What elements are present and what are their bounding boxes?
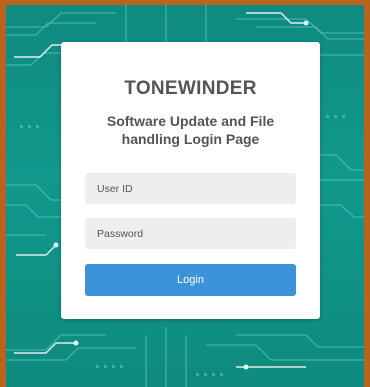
login-button[interactable]: Login (85, 264, 296, 296)
page-frame: TONEWINDER Software Update and File hand… (0, 0, 370, 387)
brand-title: TONEWINDER (124, 78, 257, 99)
circuit-background: TONEWINDER Software Update and File hand… (6, 5, 364, 387)
subtitle-line-1: Software Update and File (106, 113, 275, 129)
user-id-input[interactable] (85, 173, 296, 204)
login-card: TONEWINDER Software Update and File hand… (61, 42, 320, 319)
subtitle-line-2: handling Login Page (121, 131, 260, 147)
password-input[interactable] (85, 218, 296, 249)
page-subtitle: Software Update and File handling Login … (61, 112, 320, 148)
